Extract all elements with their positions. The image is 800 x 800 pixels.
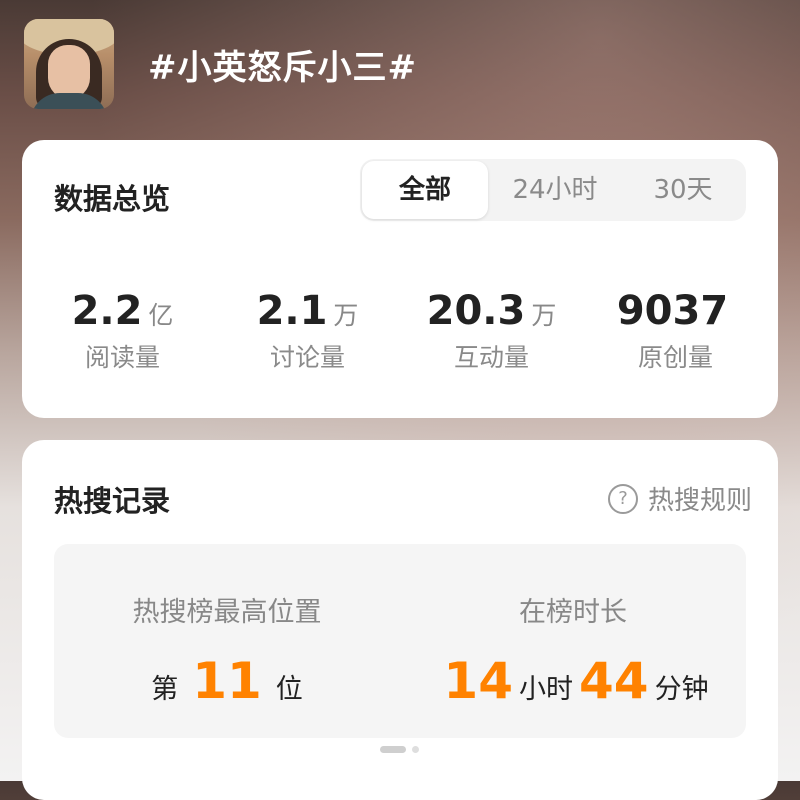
rank-prefix: 第: [151, 674, 179, 705]
rank-suffix: 位: [275, 674, 303, 705]
stat-unit: 万: [531, 301, 557, 330]
highest-position-label: 热搜榜最高位置: [132, 597, 322, 628]
data-overview-card: 数据总览 全部 24小时 30天 2.2 亿 阅读量 2.1 万 讨论量 20.…: [22, 140, 778, 418]
minutes-number: 44: [579, 652, 649, 710]
page-indicator: [380, 746, 419, 753]
overview-title: 数据总览: [54, 182, 171, 216]
topic-title: #小英怒斥小三#: [148, 47, 417, 88]
hot-search-card: 热搜记录 ? 热搜规则 热搜榜最高位置 第 11 位 在榜时长 14 小时 44…: [22, 440, 778, 800]
stat-label: 讨论量: [269, 343, 345, 372]
highest-position-value: 第 11 位: [54, 652, 400, 710]
hot-search-stats-panel[interactable]: 热搜榜最高位置 第 11 位 在榜时长 14 小时 44 分钟: [54, 544, 746, 738]
stat-label: 互动量: [453, 343, 529, 372]
question-icon: ?: [607, 483, 638, 514]
stat-unit: 万: [333, 301, 359, 330]
stat-label: 原创量: [637, 343, 713, 372]
stat-originals: 9037 原创量: [583, 288, 768, 374]
page-dot: [412, 746, 419, 753]
minutes-unit: 分钟: [654, 674, 709, 705]
stat-discussions: 2.1 万 讨论量: [215, 288, 400, 374]
topic-header: #小英怒斥小三#: [24, 18, 417, 110]
highest-position: 热搜榜最高位置 第 11 位: [54, 544, 400, 738]
stat-unit: 亿: [148, 301, 174, 330]
stat-reads: 2.2 亿 阅读量: [30, 288, 215, 374]
rules-label: 热搜规则: [647, 486, 752, 516]
time-on-list-value: 14 小时 44 分钟: [400, 652, 746, 710]
hours-unit: 小时: [519, 674, 573, 705]
stat-interactions: 20.3 万 互动量: [399, 288, 584, 374]
topic-avatar[interactable]: [24, 19, 114, 109]
time-range-tabs: 全部 24小时 30天: [360, 159, 746, 221]
avatar-face: [48, 45, 90, 99]
page-dot-active: [380, 746, 406, 753]
hours-number: 14: [443, 652, 513, 710]
hot-search-rules-link[interactable]: ? 热搜规则: [607, 480, 752, 517]
time-on-list-label: 在榜时长: [519, 597, 627, 628]
stat-value: 2.2: [71, 288, 143, 334]
time-on-list: 在榜时长 14 小时 44 分钟: [400, 544, 746, 738]
rank-number: 11: [192, 652, 262, 710]
stat-value: 20.3: [426, 288, 526, 334]
tab-24-hours[interactable]: 24小时: [490, 159, 620, 221]
stat-value: 2.1: [256, 288, 328, 334]
tab-30-days[interactable]: 30天: [622, 159, 744, 221]
stat-label: 阅读量: [84, 343, 160, 372]
stat-value: 9037: [616, 288, 729, 334]
tab-all[interactable]: 全部: [362, 161, 488, 219]
hot-search-title: 热搜记录: [54, 484, 171, 518]
